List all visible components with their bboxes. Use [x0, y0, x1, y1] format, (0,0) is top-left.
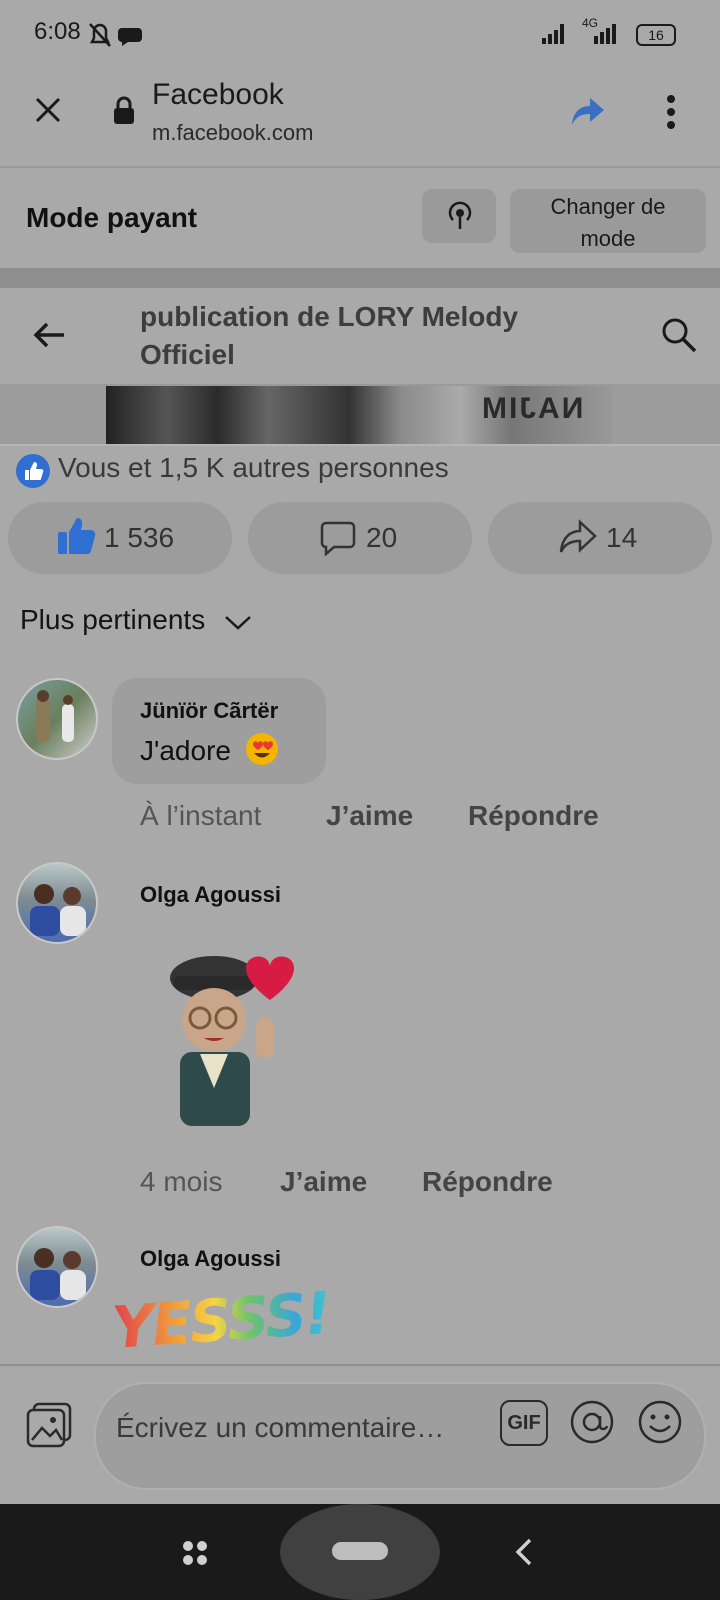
comment-text-body: J'adore [140, 735, 231, 766]
signal-2-icon [594, 24, 616, 44]
sort-dropdown[interactable]: Plus pertinents [20, 604, 253, 636]
lock-icon [114, 96, 134, 124]
back-icon[interactable] [512, 1536, 536, 1568]
comment-author[interactable]: Olga Agoussi [140, 1246, 281, 1272]
site-title: Facebook [152, 78, 284, 111]
share-post-button[interactable] [488, 502, 712, 574]
heart-eyes-emoji-icon [245, 733, 278, 765]
comment-like-button[interactable]: J’aime [326, 800, 413, 832]
comment-input-placeholder: Écrivez un commentaire… [116, 1412, 445, 1443]
mention-icon[interactable] [568, 1398, 616, 1446]
site-url[interactable]: m.facebook.com [152, 120, 313, 146]
comment-like-button[interactable]: J’aime [280, 1166, 367, 1198]
section-divider [0, 268, 720, 288]
post-title: publication de LORY Melody Officiel [140, 301, 519, 370]
signal-icon [542, 24, 564, 44]
search-icon[interactable] [660, 316, 698, 354]
thumbs-up-icon [58, 518, 96, 554]
avatar[interactable] [16, 1226, 98, 1308]
comment-button[interactable] [248, 502, 472, 574]
status-time: 6:08 [34, 18, 81, 45]
browser-bar [0, 66, 720, 168]
more-options-icon[interactable] [664, 94, 678, 130]
share-count: 14 [606, 522, 638, 553]
chevron-down-icon [225, 615, 251, 630]
like-reaction-icon [16, 454, 50, 488]
back-arrow-icon[interactable] [32, 320, 66, 350]
post-image-text: NAJIM [480, 392, 584, 425]
avatar[interactable] [16, 678, 98, 760]
like-count: 1 536 [104, 522, 175, 553]
battery-icon: 16 [636, 24, 676, 46]
mode-title: Mode payant [26, 202, 198, 233]
home-bar-icon [332, 1542, 388, 1560]
comment-icon [320, 521, 356, 556]
share-arrow-icon [559, 519, 597, 553]
photo-icon[interactable] [26, 1402, 72, 1448]
comment-text: J'adore [140, 732, 279, 767]
close-icon[interactable] [34, 96, 62, 124]
comment-bubble[interactable] [112, 678, 326, 784]
comment-time: 4 mois [140, 1166, 223, 1197]
comment-count: 20 [366, 522, 398, 553]
comment-time: À l’instant [140, 800, 262, 831]
sort-label: Plus pertinents [20, 604, 206, 635]
change-mode-label-2: mode [580, 226, 636, 251]
comment-reply-button[interactable]: Répondre [468, 800, 599, 832]
comment-author[interactable]: Olga Agoussi [140, 882, 281, 908]
broadcast-icon [448, 201, 472, 229]
gif-button[interactable]: GIF [500, 1400, 548, 1446]
recent-apps-icon[interactable] [180, 1538, 210, 1568]
yesss-sticker[interactable]: YESSS! [112, 1282, 342, 1364]
heart-sticker-icon[interactable] [160, 948, 310, 1136]
change-mode-button[interactable]: Changer de mode [510, 189, 706, 253]
emoji-icon[interactable] [636, 1398, 684, 1446]
reactions-summary[interactable]: Vous et 1,5 K autres personnes [58, 452, 449, 484]
share-icon[interactable] [570, 94, 606, 128]
avatar[interactable] [16, 862, 98, 944]
sticker-text: YESSS! [112, 1282, 342, 1362]
broadcast-button[interactable] [422, 189, 496, 243]
change-mode-label-1: Changer de [550, 194, 666, 219]
mute-icon [89, 23, 142, 47]
comment-reply-button[interactable]: Répondre [422, 1166, 553, 1198]
comment-author[interactable]: Jünïör Cãrtër [140, 698, 278, 724]
